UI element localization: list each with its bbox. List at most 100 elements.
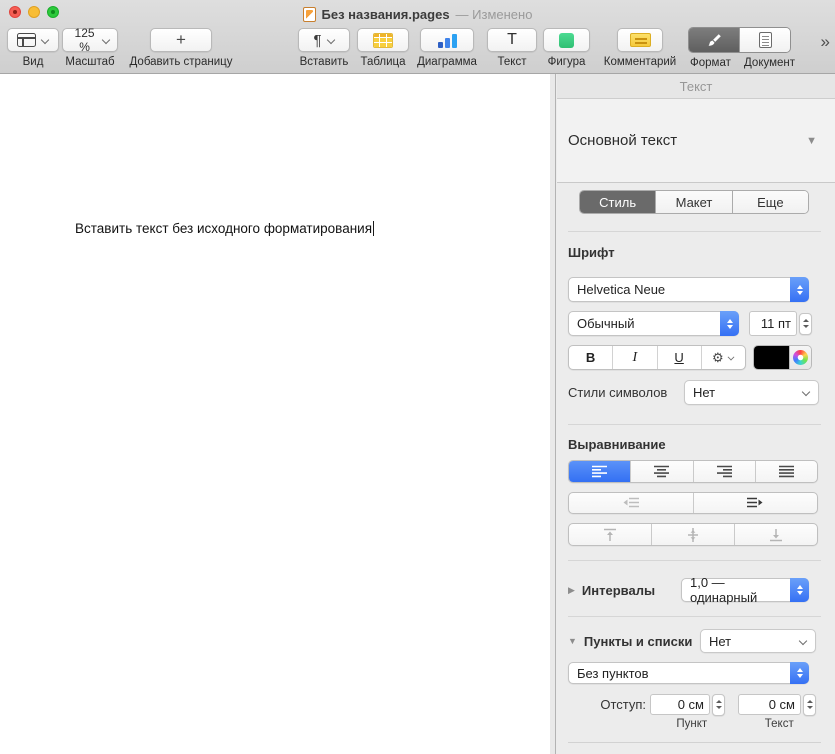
shape-label: Фигура — [543, 56, 590, 68]
add-page-label: Добавить страницу — [121, 56, 241, 68]
align-right-button[interactable] — [694, 461, 756, 482]
document-label: Документ — [744, 57, 795, 69]
align-center-icon — [654, 465, 669, 478]
titlebar[interactable]: Без названия.pages — Изменено — [0, 0, 835, 25]
toolbar-item-zoom: 125 % Масштаб — [62, 28, 118, 68]
disclosure-triangle-icon[interactable]: ▼ — [568, 636, 577, 646]
section-divider — [568, 742, 821, 743]
plus-icon: + — [176, 30, 186, 50]
table-icon — [373, 33, 393, 48]
section-divider — [568, 616, 821, 617]
bullets-value: Нет — [709, 634, 731, 649]
document-canvas[interactable]: Вставить текст без исходного форматирова… — [0, 74, 550, 754]
align-bottom-button[interactable] — [735, 524, 817, 545]
pasted-text: Вставить текст без исходного форматирова… — [75, 221, 372, 236]
bullet-style-popup[interactable]: Без пунктов — [568, 662, 809, 684]
spacing-popup[interactable]: 1,0 — одинарный — [681, 578, 809, 602]
indent-column-labels: Пункт Текст — [568, 717, 817, 731]
font-size-field[interactable] — [749, 311, 797, 336]
decrease-indent-button[interactable] — [569, 493, 694, 513]
bullet-column-label: Пункт — [654, 718, 730, 730]
insert-button[interactable]: ¶ — [298, 28, 350, 52]
alignment-section-header: Выравнивание — [568, 437, 666, 452]
font-style-buttons: B I U ⚙ — [568, 345, 746, 370]
font-style-row: B I U ⚙ — [568, 345, 813, 370]
underline-label: U — [674, 350, 683, 365]
color-picker-button[interactable] — [789, 346, 811, 369]
toolbar-item-comment: Комментарий — [598, 28, 682, 68]
stepper-icon — [720, 311, 739, 336]
align-left-button[interactable] — [569, 461, 631, 482]
typeface-popup[interactable]: Обычный — [568, 311, 739, 336]
sidebar-panel-title: Текст — [557, 74, 835, 99]
format-button[interactable] — [689, 28, 739, 52]
chevron-down-icon — [41, 37, 49, 44]
text-indent-stepper[interactable] — [803, 694, 816, 716]
gear-icon: ⚙ — [712, 350, 735, 366]
zoom-window-button[interactable] — [47, 6, 59, 18]
align-bottom-icon — [769, 528, 783, 542]
comment-button[interactable] — [617, 28, 663, 52]
increase-indent-icon — [747, 497, 763, 509]
view-button[interactable] — [7, 28, 59, 52]
document-body-text[interactable]: Вставить текст без исходного форматирова… — [75, 221, 374, 236]
style-tabs: Стиль Макет Еще — [579, 190, 809, 214]
chart-label: Диаграмма — [413, 56, 481, 68]
tab-style[interactable]: Стиль — [580, 191, 656, 213]
view-label: Вид — [7, 56, 59, 68]
canvas-sidebar-divider — [550, 74, 556, 754]
document-icon — [759, 32, 772, 48]
align-justify-button[interactable] — [756, 461, 817, 482]
char-styles-dropdown[interactable]: Нет — [684, 380, 819, 405]
pilcrow-icon: ¶ — [313, 32, 321, 49]
chart-icon — [437, 33, 457, 48]
bullet-indent-field[interactable] — [650, 694, 710, 715]
advanced-options-button[interactable]: ⚙ — [702, 346, 745, 369]
zoom-button[interactable]: 125 % — [62, 28, 118, 52]
zoom-label: Масштаб — [62, 56, 118, 68]
add-page-button[interactable]: + — [150, 28, 212, 52]
font-family-value: Helvetica Neue — [577, 282, 665, 297]
bold-button[interactable]: B — [569, 346, 613, 369]
tab-more[interactable]: Еще — [733, 191, 808, 213]
text-color-swatch[interactable] — [754, 346, 789, 369]
chart-button[interactable] — [420, 28, 474, 52]
align-center-button[interactable] — [631, 461, 693, 482]
font-size-stepper[interactable] — [799, 313, 812, 335]
shape-button[interactable] — [543, 28, 590, 52]
toolbar-item-shape: Фигура — [543, 28, 590, 68]
tab-layout[interactable]: Макет — [656, 191, 732, 213]
align-middle-button[interactable] — [652, 524, 735, 545]
align-top-button[interactable] — [569, 524, 652, 545]
bullets-label: Пункты и списки — [584, 634, 700, 649]
window-chrome: Без названия.pages — Изменено Вид 125 % … — [0, 0, 835, 74]
comment-label: Комментарий — [598, 56, 682, 68]
text-button[interactable]: T — [487, 28, 537, 52]
minimize-button[interactable] — [28, 6, 40, 18]
text-icon: T — [507, 31, 517, 49]
increase-indent-button[interactable] — [694, 493, 818, 513]
font-family-popup[interactable]: Helvetica Neue — [568, 277, 809, 302]
bullets-dropdown[interactable]: Нет — [700, 629, 816, 653]
traffic-lights — [9, 6, 59, 18]
underline-button[interactable]: U — [658, 346, 702, 369]
text-indent-field[interactable] — [738, 694, 801, 715]
italic-button[interactable]: I — [613, 346, 657, 369]
stepper-icon — [790, 662, 809, 684]
align-left-icon — [592, 465, 607, 478]
indent-fields-row: Отступ: — [568, 694, 817, 715]
bullet-indent-stepper[interactable] — [712, 694, 725, 716]
format-label: Формат — [690, 57, 731, 69]
disclosure-triangle-icon[interactable]: ▶ — [568, 585, 575, 596]
document-button[interactable] — [739, 28, 790, 52]
toolbar-overflow-button[interactable]: » — [821, 32, 828, 52]
toolbar-item-insert: ¶ Вставить — [298, 28, 350, 68]
section-divider — [568, 231, 821, 232]
shape-icon — [559, 33, 574, 48]
spacing-label: Интервалы — [582, 583, 681, 598]
h-align-buttons — [568, 460, 818, 483]
chevron-down-icon — [102, 37, 108, 44]
paragraph-style-selector[interactable]: Основной текст ▼ — [557, 99, 835, 183]
table-button[interactable] — [357, 28, 409, 52]
close-button[interactable] — [9, 6, 21, 18]
